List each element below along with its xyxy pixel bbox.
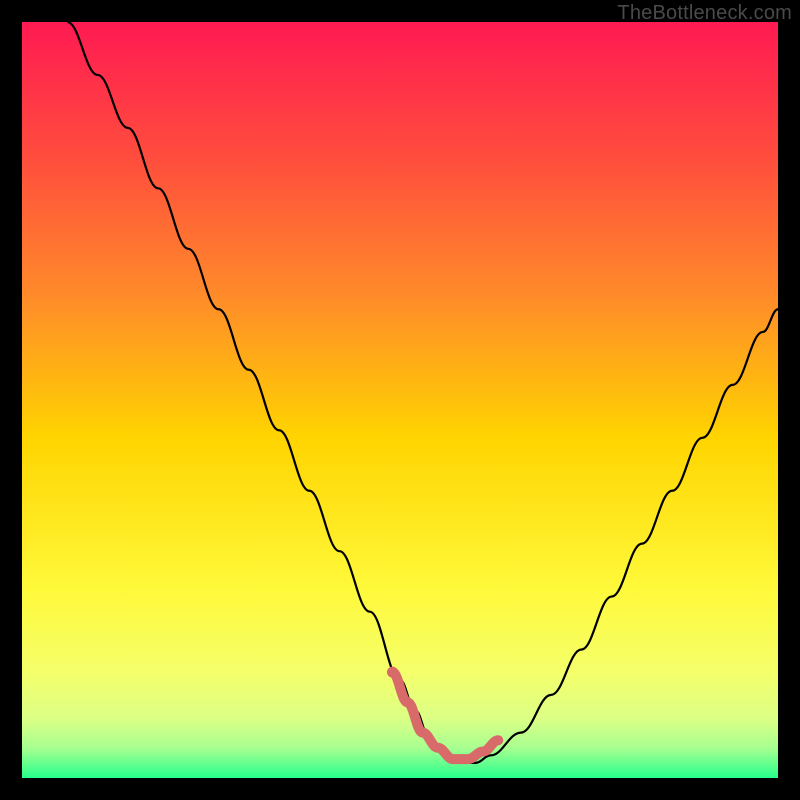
watermark-text: TheBottleneck.com	[617, 2, 792, 25]
optimal-start-dot	[387, 667, 398, 678]
chart-frame	[22, 22, 778, 778]
curve-layer	[22, 22, 778, 778]
plot-area	[22, 22, 778, 778]
optimal-range-highlight	[392, 672, 498, 759]
bottleneck-curve	[67, 22, 778, 763]
